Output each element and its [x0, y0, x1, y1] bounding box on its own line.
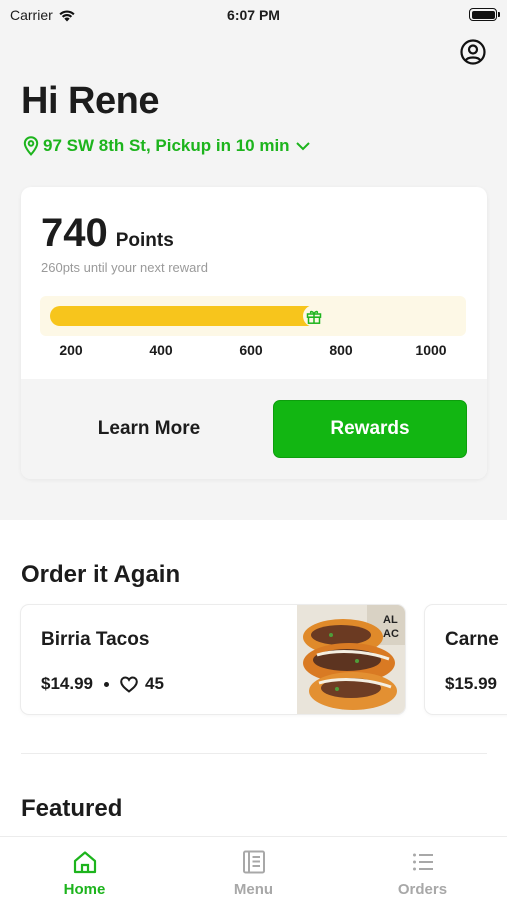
points-value: 740 [41, 211, 108, 255]
order-card-carne[interactable]: Carne $15.99 [425, 605, 507, 714]
scale-tick: 800 [329, 342, 353, 358]
battery-icon [469, 8, 500, 21]
scale-tick: 400 [149, 342, 173, 358]
birria-tacos-image: AL AC [297, 605, 405, 714]
user-circle-icon[interactable] [459, 38, 487, 66]
location-label: 97 SW 8th St, Pickup in 10 min [43, 136, 290, 155]
location-pin-icon [23, 136, 39, 156]
order-again-title: Order it Again [21, 561, 181, 588]
tab-orders[interactable]: Orders [338, 837, 507, 900]
scale-tick: 200 [59, 342, 83, 358]
points-scale: 200 400 600 800 1000 [59, 342, 471, 362]
scale-tick: 1000 [415, 342, 447, 358]
tab-label: Menu [233, 881, 274, 898]
location-selector[interactable]: 97 SW 8th St, Pickup in 10 min [23, 136, 312, 156]
item-price: $15.99 [445, 674, 497, 693]
gift-icon [303, 305, 325, 327]
item-likes: 45 [145, 674, 164, 693]
list-icon [412, 853, 433, 871]
order-card-birria-tacos[interactable]: Birria Tacos $14.99 45 AL AC [21, 605, 405, 714]
item-meta: $15.99 [445, 674, 497, 694]
tab-label: Orders [397, 881, 448, 898]
item-price: $14.99 [41, 674, 93, 693]
featured-title: Featured [21, 795, 123, 822]
status-time: 6:07 PM [227, 7, 280, 23]
item-meta: $14.99 45 [41, 674, 164, 694]
chevron-down-icon [295, 142, 310, 151]
section-divider [21, 753, 487, 754]
svg-text:AC: AC [383, 628, 399, 640]
item-name: Birria Tacos [41, 629, 150, 650]
home-icon [73, 851, 96, 874]
points-progress-bar [40, 296, 466, 336]
status-bar: Carrier 6:07 PM [0, 0, 507, 30]
scale-tick: 600 [239, 342, 263, 358]
greeting-title: Hi Rene [21, 80, 159, 122]
points-row: 740 Points [41, 211, 174, 256]
order-again-carousel[interactable]: Birria Tacos $14.99 45 AL AC Carne $15.9… [0, 605, 507, 715]
points-unit: Points [115, 230, 174, 251]
points-subtitle: 260pts until your next reward [41, 260, 208, 275]
separator-dot [104, 681, 109, 687]
points-card: 740 Points 260pts until your next reward… [21, 187, 487, 479]
menu-book-icon [242, 850, 265, 874]
tab-label: Home [63, 881, 106, 898]
rewards-button[interactable]: Rewards [273, 400, 467, 458]
item-name: Carne [445, 629, 499, 650]
tab-home[interactable]: Home [0, 837, 169, 900]
learn-more-button[interactable]: Learn More [47, 400, 251, 457]
heart-icon [120, 675, 138, 693]
tab-menu[interactable]: Menu [169, 837, 338, 900]
progress-fill [50, 306, 314, 326]
tab-bar: Home Menu Orders [0, 836, 507, 900]
svg-text:AL: AL [383, 614, 398, 626]
